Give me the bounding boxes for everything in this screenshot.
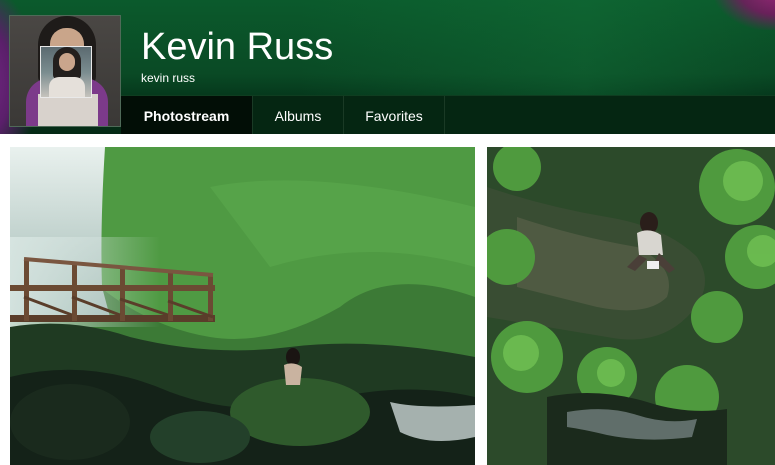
profile-display-name: Kevin Russ (141, 26, 334, 68)
photo-forest-person[interactable] (487, 147, 775, 465)
profile-cover: Kevin Russ kevin russ Photostream Albums… (0, 0, 775, 134)
avatar[interactable] (9, 15, 121, 127)
avatar-buddy-icon[interactable] (40, 46, 92, 98)
tab-favorites[interactable]: Favorites (344, 96, 445, 134)
profile-tabs: Photostream Albums Favorites (121, 95, 775, 134)
cover-highlight (300, 0, 775, 95)
photo-waterfall-image (10, 147, 475, 465)
photo-waterfall-bridge[interactable] (10, 147, 475, 465)
tab-albums[interactable]: Albums (253, 96, 344, 134)
photo-forest-image (487, 147, 775, 465)
person-on-rock (284, 348, 302, 385)
tab-photostream[interactable]: Photostream (121, 96, 253, 134)
profile-username: kevin russ (141, 71, 196, 85)
